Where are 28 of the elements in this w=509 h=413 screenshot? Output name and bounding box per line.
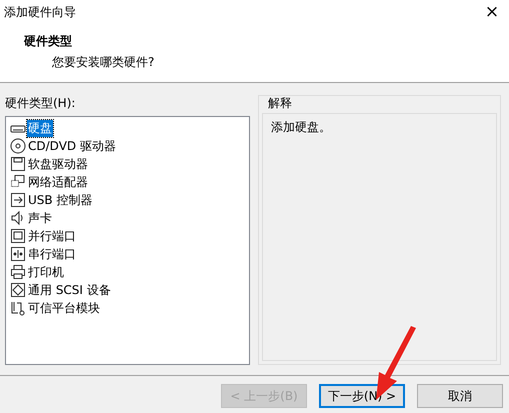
explanation-text: 添加硬盘。	[271, 120, 331, 134]
list-item[interactable]: 硬盘	[27, 120, 53, 136]
list-item[interactable]: 软盘驱动器	[27, 156, 89, 172]
list-item[interactable]: 声卡	[27, 210, 53, 226]
device-icon	[10, 192, 26, 208]
list-item[interactable]: USB 控制器	[27, 192, 94, 208]
list-item[interactable]: 可信平台模块	[27, 300, 101, 316]
page-subtitle: 您要安装哪类硬件?	[52, 54, 154, 71]
list-item[interactable]: 网络适配器	[27, 174, 89, 190]
list-item[interactable]: 并行端口	[27, 228, 77, 244]
list-item[interactable]: 打印机	[27, 264, 65, 280]
close-button[interactable]: ×	[475, 0, 509, 24]
device-icon	[10, 246, 26, 262]
wizard-button[interactable]: 取消	[417, 384, 503, 408]
list-item[interactable]: 串行端口	[27, 246, 77, 262]
list-item[interactable]: CD/DVD 驱动器	[27, 138, 117, 154]
device-icon	[10, 264, 26, 280]
device-icon	[10, 282, 26, 298]
device-icon	[10, 228, 26, 244]
device-icon	[10, 156, 26, 172]
device-icon	[10, 174, 26, 190]
panel-title: 解释	[268, 95, 292, 112]
window-title: 添加硬件向导	[4, 4, 76, 20]
list-item[interactable]: 通用 SCSI 设备	[27, 282, 112, 298]
device-icon	[10, 300, 26, 316]
device-icon	[10, 138, 26, 154]
list-label: 硬件类型(H):	[5, 95, 76, 112]
page-title: 硬件类型	[24, 33, 72, 50]
